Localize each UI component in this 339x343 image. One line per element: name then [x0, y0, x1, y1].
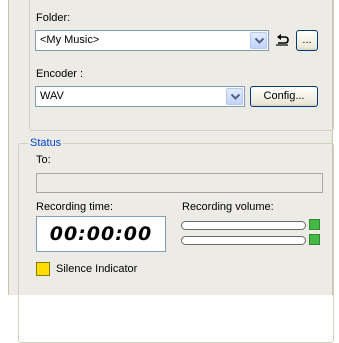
encoder-dropdown[interactable]: WAV	[35, 86, 245, 107]
undo-arrow-icon[interactable]	[273, 31, 291, 49]
recorder-settings-panel: Folder: <My Music> ... Encoder : WAV Con…	[8, 0, 334, 343]
folder-dropdown-value: <My Music>	[40, 34, 100, 46]
recording-time-label: Recording time:	[36, 201, 114, 213]
silence-indicator-light	[36, 262, 50, 276]
volume-led-right	[309, 234, 320, 245]
browse-folder-button[interactable]: ...	[296, 30, 318, 51]
encoder-config-button[interactable]: Config...	[250, 86, 318, 107]
chevron-down-icon[interactable]	[226, 88, 243, 105]
silence-indicator-label: Silence Indicator	[56, 263, 138, 275]
to-field	[36, 173, 323, 193]
encoder-dropdown-value: WAV	[40, 90, 64, 102]
recording-volume-label: Recording volume:	[182, 201, 274, 213]
chevron-down-icon[interactable]	[250, 32, 267, 49]
recording-time-display: 00:00:00	[36, 216, 166, 252]
volume-meter-left	[181, 221, 306, 230]
folder-label: Folder:	[36, 12, 71, 24]
folder-dropdown[interactable]: <My Music>	[35, 30, 269, 51]
volume-led-left	[309, 219, 320, 230]
volume-meter-right	[181, 236, 306, 245]
settings-group-frame	[29, 0, 334, 131]
encoder-label: Encoder :	[36, 68, 84, 80]
to-label: To:	[36, 154, 51, 166]
status-group-title: Status	[28, 137, 64, 149]
